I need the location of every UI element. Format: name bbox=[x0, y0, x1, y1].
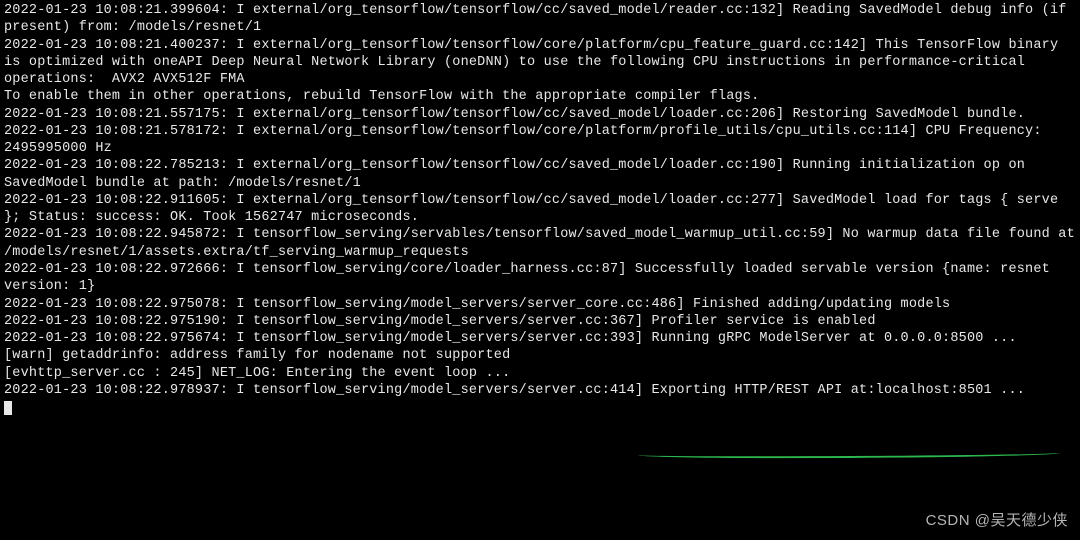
log-line: 2022-01-23 10:08:22.972666: I tensorflow… bbox=[4, 261, 1076, 296]
log-line: 2022-01-23 10:08:22.978937: I tensorflow… bbox=[4, 382, 1076, 399]
log-line: [evhttp_server.cc : 245] NET_LOG: Enteri… bbox=[4, 365, 1076, 382]
csdn-watermark: CSDN @吴天德少侠 bbox=[926, 511, 1068, 530]
log-line: 2022-01-23 10:08:22.945872: I tensorflow… bbox=[4, 226, 1076, 261]
log-line: 2022-01-23 10:08:22.975674: I tensorflow… bbox=[4, 330, 1076, 347]
log-line: [warn] getaddrinfo: address family for n… bbox=[4, 347, 1076, 364]
log-line: To enable them in other operations, rebu… bbox=[4, 88, 1076, 105]
log-line: 2022-01-23 10:08:21.399604: I external/o… bbox=[4, 2, 1076, 37]
highlight-underline bbox=[638, 449, 1060, 459]
log-line: 2022-01-23 10:08:22.785213: I external/o… bbox=[4, 157, 1076, 192]
log-line: 2022-01-23 10:08:21.578172: I external/o… bbox=[4, 123, 1076, 158]
log-line: 2022-01-23 10:08:21.400237: I external/o… bbox=[4, 37, 1076, 89]
terminal-cursor bbox=[4, 401, 12, 415]
log-line: 2022-01-23 10:08:21.557175: I external/o… bbox=[4, 106, 1076, 123]
log-line: 2022-01-23 10:08:22.911605: I external/o… bbox=[4, 192, 1076, 227]
terminal-output[interactable]: 2022-01-23 10:08:21.399604: I external/o… bbox=[4, 2, 1076, 416]
log-line: 2022-01-23 10:08:22.975078: I tensorflow… bbox=[4, 296, 1076, 313]
log-line: 2022-01-23 10:08:22.975190: I tensorflow… bbox=[4, 313, 1076, 330]
